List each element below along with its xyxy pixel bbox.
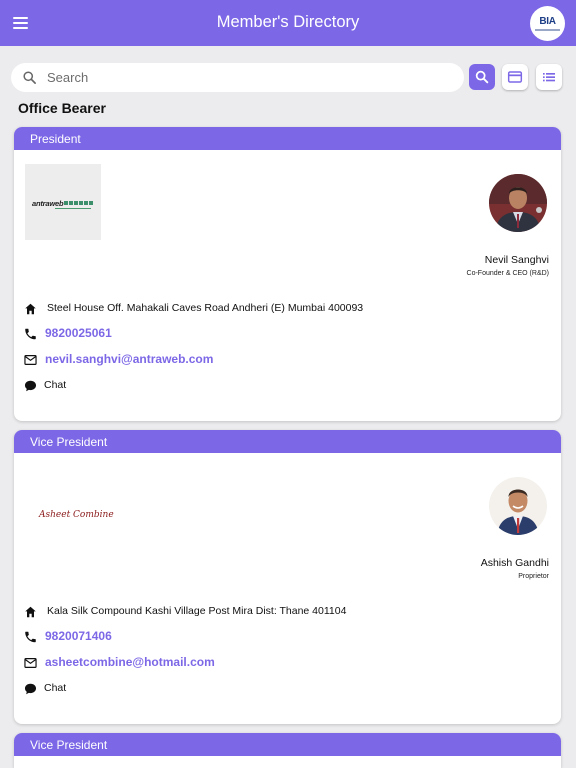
email-row[interactable]: nevil.sanghvi@antraweb.com — [23, 352, 543, 368]
logo-text: BIA — [539, 16, 556, 27]
chat-button[interactable]: Chat — [44, 379, 66, 391]
phone-icon — [25, 328, 36, 340]
chat-icon — [24, 380, 37, 392]
chat-row[interactable]: Chat — [23, 681, 543, 697]
chat-icon — [24, 683, 37, 695]
chat-row[interactable]: Chat — [23, 378, 543, 394]
card-designation: Vice President — [14, 733, 561, 756]
member-address: Kala Silk Compound Kashi Village Post Mi… — [47, 605, 347, 617]
phone-row[interactable]: 9820025061 — [23, 326, 543, 342]
member-phone[interactable]: 9820071406 — [45, 629, 112, 643]
logo-underline — [535, 29, 560, 31]
member-card: President antraweb Nevil Sanghvi Co-Foun… — [14, 127, 561, 421]
member-address: Steel House Off. Mahakali Caves Road And… — [47, 302, 364, 314]
company-logo-text: Asheet Combine — [39, 510, 114, 520]
company-logo: Asheet Combine — [25, 467, 114, 543]
home-icon — [25, 606, 36, 618]
search-input[interactable] — [47, 66, 447, 89]
member-card: Vice President — [14, 733, 561, 768]
app-logo[interactable]: BIA — [530, 6, 565, 41]
chat-button[interactable]: Chat — [44, 682, 66, 694]
list-view-icon — [543, 73, 555, 82]
company-logo-text: antraweb — [32, 199, 64, 208]
search-button[interactable] — [469, 64, 495, 90]
email-row[interactable]: asheetcombine@hotmail.com — [23, 655, 543, 671]
member-role: Proprietor — [518, 573, 549, 580]
page-title: Member's Directory — [216, 13, 360, 31]
search-icon — [475, 70, 489, 84]
card-view-icon — [507, 71, 523, 83]
email-icon — [24, 658, 37, 668]
list-view-button[interactable] — [536, 64, 562, 90]
phone-row[interactable]: 9820071406 — [23, 629, 543, 645]
avatar — [489, 477, 547, 535]
address-row: Steel House Off. Mahakali Caves Road And… — [23, 301, 543, 317]
member-role: Co-Founder & CEO (R&D) — [466, 270, 549, 277]
search-icon — [23, 71, 36, 84]
card-designation: Vice President — [14, 430, 561, 453]
card-designation: President — [14, 127, 561, 150]
member-name: Nevil Sanghvi — [484, 254, 549, 266]
avatar — [489, 174, 547, 232]
member-email[interactable]: asheetcombine@hotmail.com — [45, 655, 215, 669]
phone-icon — [25, 631, 36, 643]
company-logo: antraweb — [25, 164, 101, 240]
email-icon — [24, 355, 37, 365]
section-title: Office Bearer — [18, 100, 106, 116]
search-bar — [11, 63, 464, 92]
address-row: Kala Silk Compound Kashi Village Post Mi… — [23, 604, 543, 620]
member-email[interactable]: nevil.sanghvi@antraweb.com — [45, 352, 213, 366]
home-icon — [25, 303, 36, 315]
member-card: Vice President Asheet Combine Ashish Gan… — [14, 430, 561, 724]
member-name: Ashish Gandhi — [480, 557, 549, 569]
member-phone[interactable]: 9820025061 — [45, 326, 112, 340]
app-bar: Member's Directory BIA — [0, 0, 576, 46]
card-view-button[interactable] — [502, 64, 528, 90]
